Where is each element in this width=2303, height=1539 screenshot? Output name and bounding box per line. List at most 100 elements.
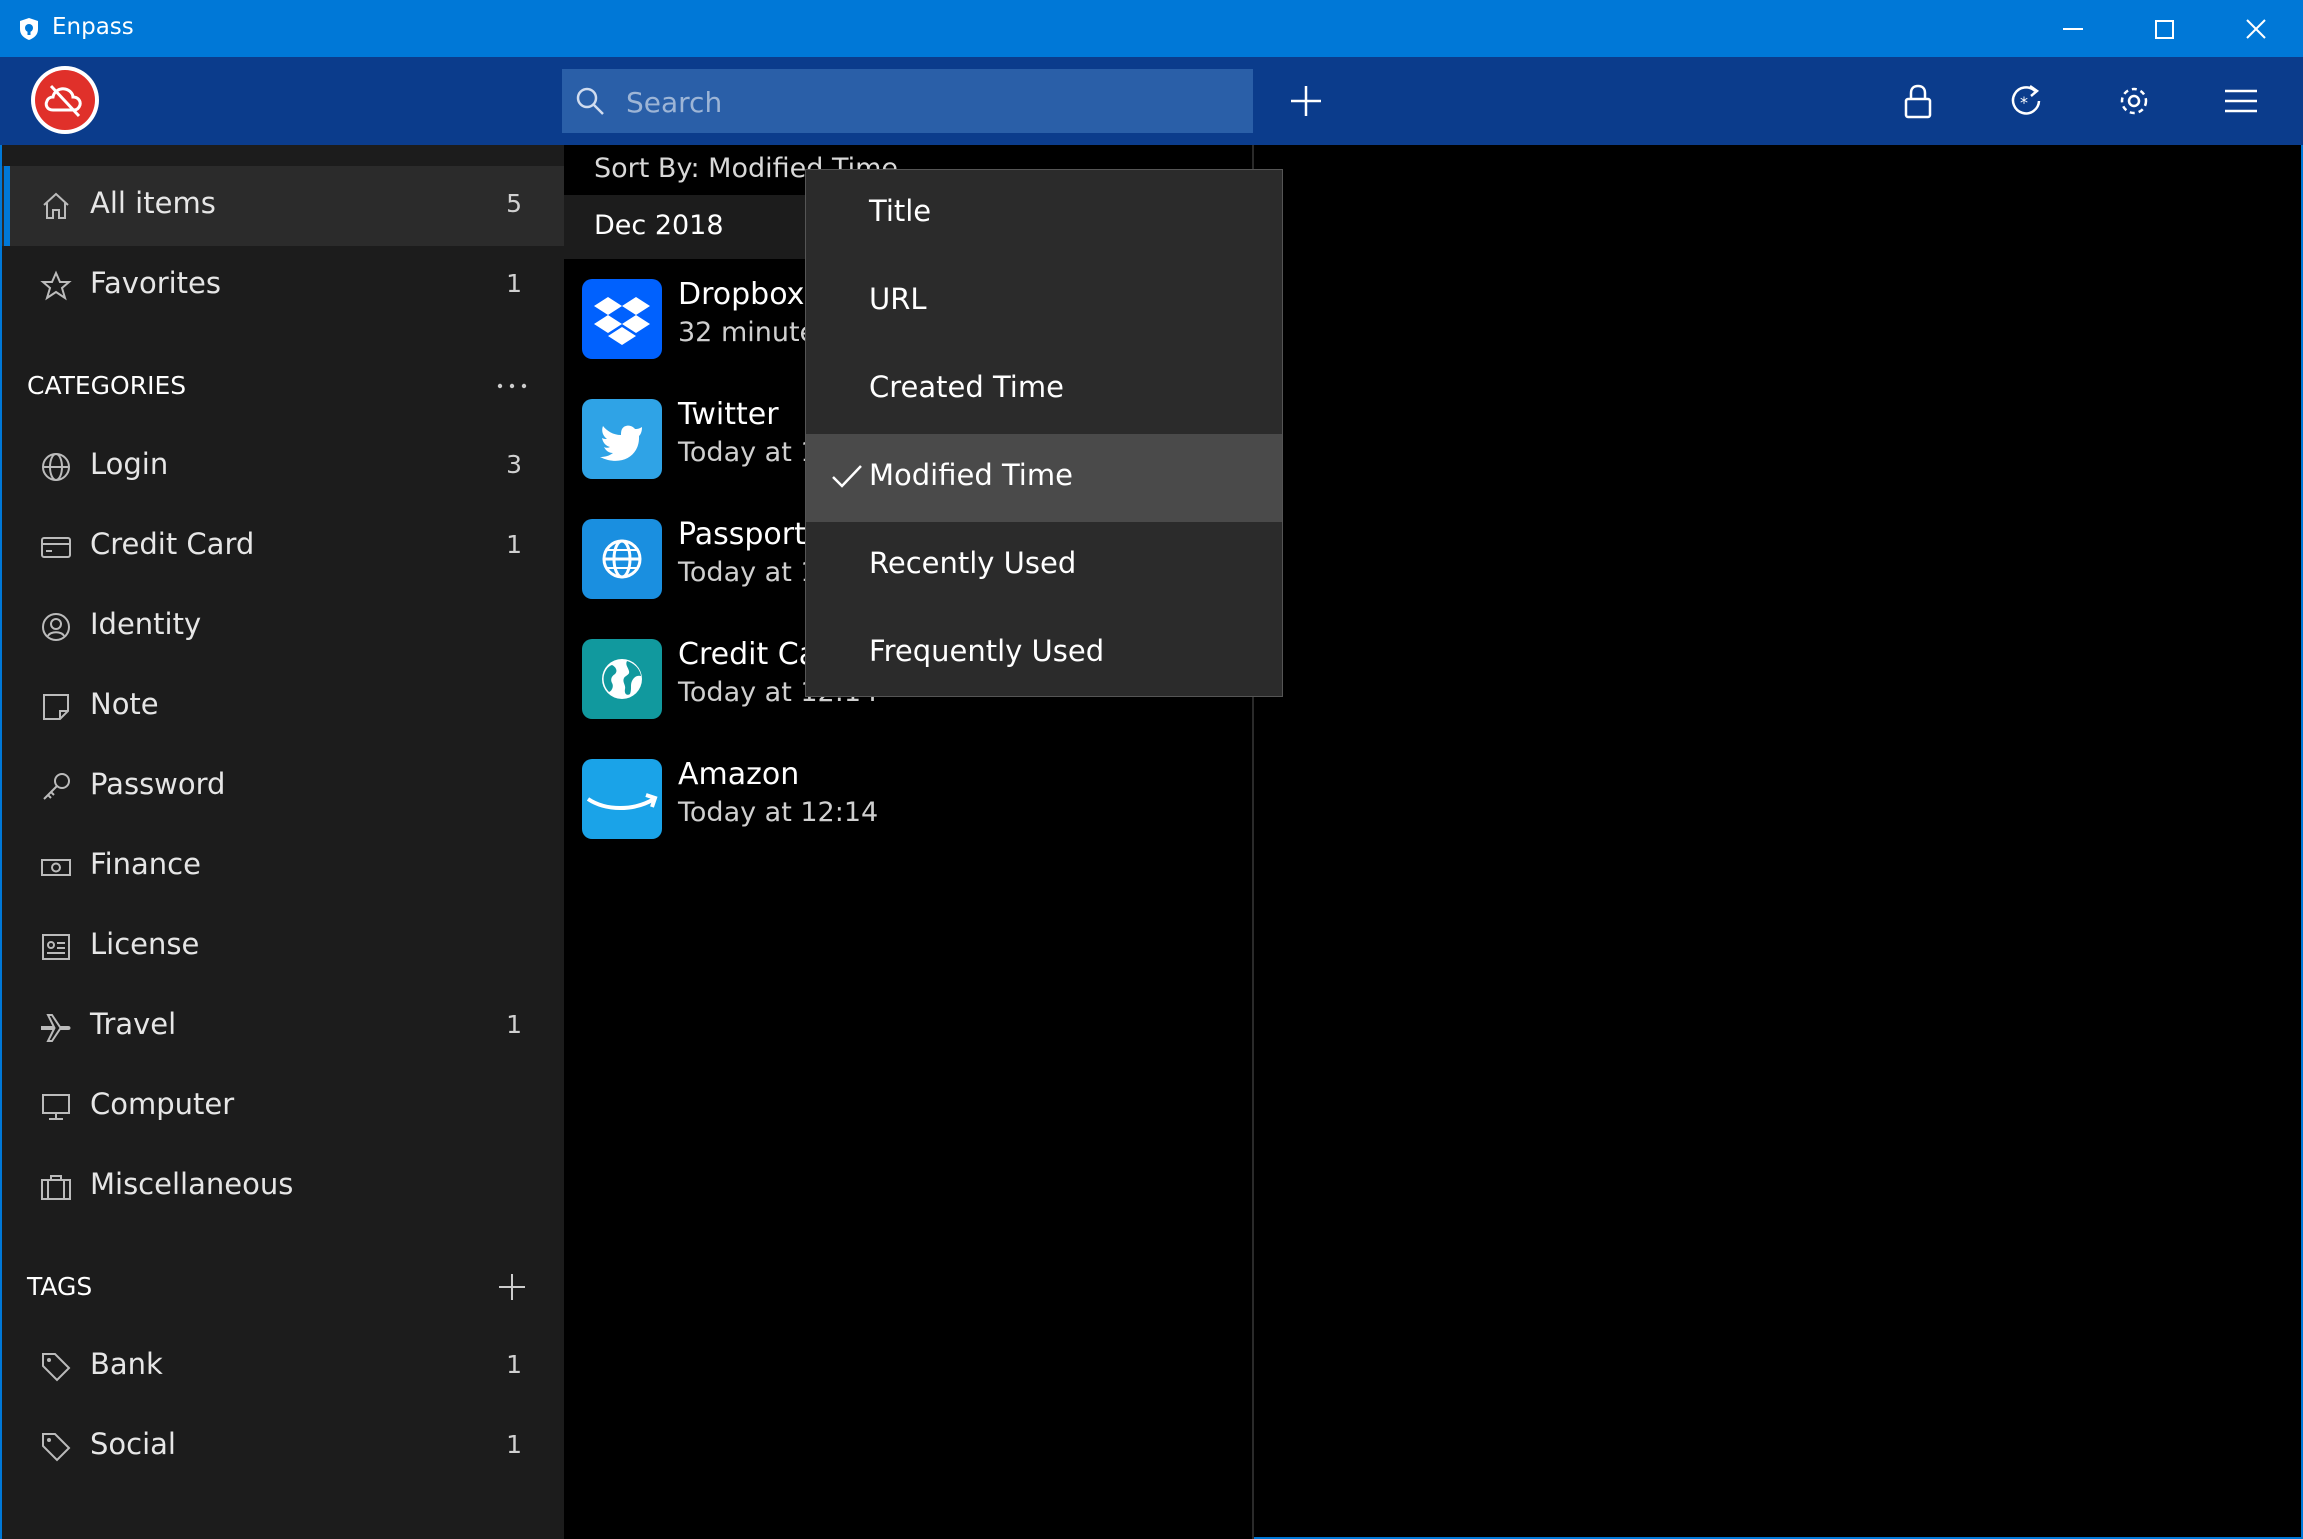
add-item-button[interactable] xyxy=(1276,71,1336,131)
sort-option-label: Created Time xyxy=(869,370,1064,404)
twitter-icon xyxy=(582,399,662,479)
search-icon xyxy=(576,87,604,115)
sidebar-item-social[interactable]: Social 1 xyxy=(2,1407,564,1487)
item-count: 5 xyxy=(506,189,522,218)
sidebar: All items 5 Favorites 1 CATEGORIES Login… xyxy=(2,145,564,1539)
sidebar-item-finance[interactable]: Finance xyxy=(2,827,564,907)
menu-button[interactable] xyxy=(2211,71,2271,131)
sidebar-item-label: All items xyxy=(90,186,216,220)
sidebar-item-identity[interactable]: Identity xyxy=(2,587,564,667)
finance-icon xyxy=(41,859,71,876)
item-count: 1 xyxy=(506,1010,522,1039)
sidebar-item-all-items[interactable]: All items 5 xyxy=(2,166,564,246)
toolbar: * xyxy=(0,57,2303,145)
computer-icon xyxy=(42,1094,70,1120)
earth-icon xyxy=(582,639,662,719)
sort-option-recently-used[interactable]: Recently Used xyxy=(806,522,1282,610)
sidebar-item-label: Computer xyxy=(90,1087,235,1121)
cloud-off-icon xyxy=(44,84,82,118)
search-input[interactable] xyxy=(624,69,1228,135)
briefcase-icon xyxy=(41,1175,71,1200)
sort-option-url[interactable]: URL xyxy=(806,258,1282,346)
sidebar-item-label: Miscellaneous xyxy=(90,1167,294,1201)
item-subtitle: 32 minute xyxy=(678,317,817,348)
sort-option-frequently-used[interactable]: Frequently Used xyxy=(806,610,1282,698)
close-button[interactable] xyxy=(2210,0,2302,57)
settings-icon xyxy=(2120,87,2148,115)
svg-text:*: * xyxy=(2020,93,2028,112)
item-title: Credit Ca xyxy=(678,637,818,672)
item-count: 1 xyxy=(506,269,522,298)
item-subtitle: Today at 12:14 xyxy=(678,797,879,828)
item-title: Passport xyxy=(678,517,806,552)
sidebar-item-password[interactable]: Password xyxy=(2,747,564,827)
add-icon xyxy=(1291,86,1321,116)
star-icon xyxy=(40,270,72,301)
add-tag-button[interactable] xyxy=(492,1267,532,1307)
sidebar-item-login[interactable]: Login 3 xyxy=(2,427,564,507)
lock-button[interactable] xyxy=(1888,71,1948,131)
item-title: Dropbox xyxy=(678,277,805,312)
title-bar: Enpass xyxy=(0,0,2303,57)
enpass-logo-icon xyxy=(20,18,38,40)
sidebar-item-favorites[interactable]: Favorites 1 xyxy=(2,246,564,326)
sidebar-item-bank[interactable]: Bank 1 xyxy=(2,1327,564,1407)
add-icon xyxy=(499,1274,525,1300)
sidebar-item-note[interactable]: Note xyxy=(2,667,564,747)
sidebar-item-license[interactable]: License xyxy=(2,907,564,987)
categories-more-button[interactable] xyxy=(492,366,532,406)
sort-option-label: Title xyxy=(869,194,932,228)
dropbox-icon xyxy=(582,279,662,359)
sidebar-item-label: Favorites xyxy=(90,266,221,300)
sync-button[interactable]: * xyxy=(1996,71,2056,131)
sidebar-item-label: Login xyxy=(90,447,169,481)
minimize-button[interactable] xyxy=(2027,0,2119,57)
maximize-button[interactable] xyxy=(2118,0,2210,57)
amazon-icon xyxy=(582,759,662,839)
categories-header: CATEGORIES xyxy=(27,371,187,400)
key-icon xyxy=(43,773,70,800)
group-label: Dec 2018 xyxy=(594,210,724,241)
sort-option-label: Modified Time xyxy=(869,458,1073,492)
sidebar-item-label: Social xyxy=(90,1427,176,1461)
tag-icon xyxy=(42,1353,71,1382)
item-count: 1 xyxy=(506,1350,522,1379)
search-box[interactable] xyxy=(562,69,1253,135)
sidebar-item-label: Finance xyxy=(90,847,201,881)
sort-option-modified-time[interactable]: Modified Time xyxy=(806,434,1282,522)
sort-option-label: URL xyxy=(869,282,927,316)
identity-icon xyxy=(42,613,70,641)
sidebar-item-label: Password xyxy=(90,767,226,801)
sort-option-label: Frequently Used xyxy=(869,634,1105,668)
sidebar-item-label: Credit Card xyxy=(90,527,255,561)
menu-icon xyxy=(2225,89,2257,113)
item-count: 1 xyxy=(506,1430,522,1459)
window-title: Enpass xyxy=(52,14,134,40)
sidebar-item-label: Identity xyxy=(90,607,202,641)
tag-icon xyxy=(42,1433,71,1462)
more-icon xyxy=(497,383,527,389)
sort-option-created-time[interactable]: Created Time xyxy=(806,346,1282,434)
item-title: Amazon xyxy=(678,757,800,792)
sort-option-title[interactable]: Title xyxy=(806,170,1282,258)
sidebar-item-label: Note xyxy=(90,687,159,721)
sync-icon: * xyxy=(2011,84,2041,115)
sidebar-item-label: Bank xyxy=(90,1347,163,1381)
sidebar-item-miscellaneous[interactable]: Miscellaneous xyxy=(2,1147,564,1227)
maximize-icon xyxy=(2155,20,2174,39)
sync-status-button[interactable] xyxy=(31,66,99,134)
item-count: 3 xyxy=(506,450,522,479)
sort-option-label: Recently Used xyxy=(869,546,1077,580)
sidebar-item-credit-card[interactable]: Credit Card 1 xyxy=(2,507,564,587)
list-item-amazon[interactable]: Amazon Today at 12:14 xyxy=(564,739,1254,859)
settings-button[interactable] xyxy=(2104,71,2164,131)
sidebar-item-computer[interactable]: Computer xyxy=(2,1067,564,1147)
close-icon xyxy=(2246,19,2266,39)
checkmark-icon xyxy=(832,465,862,488)
sort-menu: Title URL Created Time Modified Time Rec… xyxy=(805,169,1283,697)
lock-icon xyxy=(1904,84,1932,119)
credit-card-icon xyxy=(41,537,71,558)
sidebar-item-travel[interactable]: Travel 1 xyxy=(2,987,564,1067)
globe-icon xyxy=(582,519,662,599)
note-icon xyxy=(43,694,69,720)
